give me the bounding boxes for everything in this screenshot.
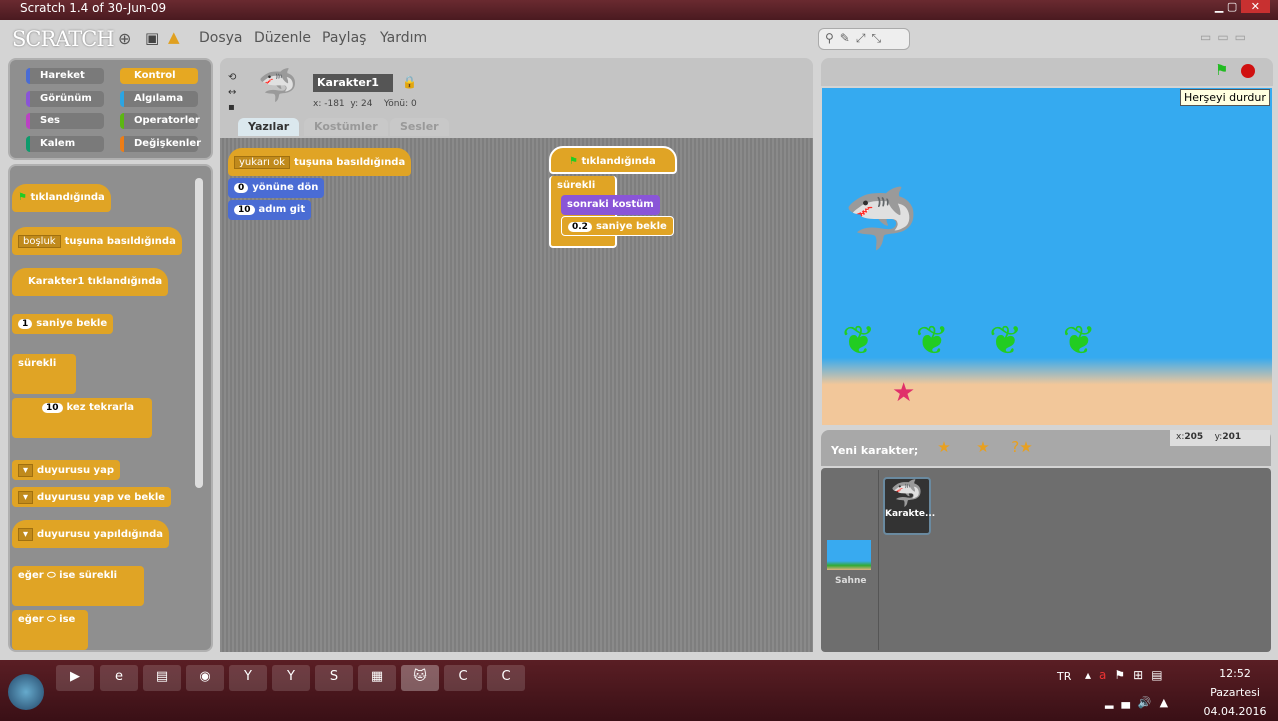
window-title: Scratch 1.4 of 30-Jun-09 bbox=[20, 1, 167, 15]
menu-paylas[interactable]: Paylaş bbox=[322, 30, 366, 46]
language-indicator[interactable]: TR bbox=[1057, 670, 1071, 683]
seaweed: ❦❦❦❦ bbox=[842, 318, 1137, 364]
block-broadcast[interactable]: ▾ duyurusu yap bbox=[12, 460, 120, 480]
tab-sesler[interactable]: Sesler bbox=[390, 118, 449, 136]
save-icon[interactable]: ▣ bbox=[145, 29, 159, 47]
new-sprite-label: Yeni karakter; bbox=[831, 444, 919, 457]
menu-yardim[interactable]: Yardım bbox=[380, 30, 427, 46]
stage-label: Sahne bbox=[835, 576, 867, 586]
green-flag-button[interactable]: ⚑ bbox=[1215, 61, 1228, 79]
sprite-position: x: -181 y: 24 Yönü: 0 bbox=[313, 99, 417, 109]
block-forever-if[interactable]: eğer ⬭ ise sürekli bbox=[12, 566, 144, 606]
starfish: ★ bbox=[892, 378, 916, 408]
paint-sprite-button[interactable]: ★ bbox=[928, 438, 960, 462]
taskbar-skype[interactable]: S bbox=[315, 665, 353, 691]
taskbar-chrome[interactable]: ◉ bbox=[186, 665, 224, 691]
title-bar: Scratch 1.4 of 30-Jun-09 bbox=[0, 0, 1278, 20]
block-if[interactable]: eğer ⬭ ise bbox=[12, 610, 88, 650]
taskbar-media[interactable]: ▶ bbox=[56, 665, 94, 691]
taskbar-yandex2[interactable]: Y bbox=[272, 665, 310, 691]
taskbar-app[interactable]: ▦ bbox=[358, 665, 396, 691]
taskbar-camtasia2[interactable]: C bbox=[487, 665, 525, 691]
window-controls[interactable]: ▁ ▢ ✕ bbox=[1215, 0, 1270, 13]
taskbar-camtasia[interactable]: C bbox=[444, 665, 482, 691]
category-operatorler[interactable]: Operatorler bbox=[120, 113, 200, 129]
script-key-pressed[interactable]: yukarı ok tuşuna basıldığında bbox=[228, 148, 412, 176]
stop-button[interactable] bbox=[1241, 64, 1255, 78]
block-wait[interactable]: 1 saniye bekle bbox=[12, 314, 114, 334]
script-green-flag[interactable]: ⚑ tıklandığında bbox=[549, 146, 677, 174]
block-broadcast-wait[interactable]: ▾ duyurusu yap ve bekle bbox=[12, 487, 172, 507]
tab-kostumler[interactable]: Kostümler bbox=[304, 118, 388, 136]
globe-icon[interactable]: ⊕ bbox=[118, 29, 131, 48]
category-görünüm[interactable]: Görünüm bbox=[26, 90, 104, 107]
green-flag-icon: ⚑ bbox=[18, 192, 27, 203]
divider bbox=[878, 470, 879, 650]
block-forever[interactable]: sürekli bbox=[12, 354, 76, 394]
tooltip: Herşeyi durdur bbox=[1180, 89, 1270, 106]
rotation-style-buttons[interactable]: ⟲ ↔ ▪ bbox=[228, 70, 236, 115]
script-wait[interactable]: 0.2 saniye bekle bbox=[561, 216, 674, 236]
stage[interactable]: 🦈 ❦❦❦❦ ★ bbox=[822, 88, 1272, 425]
taskbar-scratch[interactable]: 🐱 bbox=[401, 665, 439, 691]
stage-size-buttons[interactable]: ▭▭▭ bbox=[1200, 30, 1252, 44]
category-kalem[interactable]: Kalem bbox=[26, 135, 104, 152]
start-button[interactable] bbox=[8, 674, 44, 710]
block-key-pressed[interactable]: boşluk tuşuna basıldığında bbox=[12, 227, 182, 255]
menu-dosya[interactable]: Dosya bbox=[199, 30, 243, 46]
open-sprite-button[interactable]: ★ bbox=[967, 438, 999, 462]
taskbar-yandex[interactable]: Y bbox=[229, 665, 267, 691]
mouse-coords: x:205 y:201 bbox=[1170, 430, 1270, 446]
stage-thumbnail[interactable] bbox=[827, 540, 871, 570]
tray-icons[interactable]: ▴a⚑⊞▤ bbox=[1085, 668, 1171, 682]
tray-icons-2[interactable]: ▂▄🔊▲ bbox=[1105, 696, 1176, 709]
clock[interactable]: 12:52 Pazartesi 04.04.2016 bbox=[1200, 664, 1270, 721]
scratch-logo: SCRATCH bbox=[12, 27, 115, 51]
lock-icon[interactable]: 🔒 bbox=[402, 75, 417, 89]
category-kontrol[interactable]: Kontrol bbox=[120, 68, 198, 84]
random-sprite-button[interactable]: ?★ bbox=[1006, 438, 1038, 462]
shark-sprite[interactable]: 🦈 bbox=[844, 183, 919, 254]
sprite-tile-karakter1[interactable]: 🦈 Karakte... bbox=[883, 477, 935, 535]
block-green-flag[interactable]: ⚑ tıklandığında bbox=[12, 184, 111, 212]
script-point-direction[interactable]: 0 yönüne dön bbox=[228, 178, 325, 198]
block-repeat[interactable]: 10 kez tekrarla bbox=[12, 398, 152, 438]
category-ses[interactable]: Ses bbox=[26, 113, 104, 129]
stage-toolbar bbox=[821, 58, 1273, 86]
block-sprite-clicked[interactable]: Karakter1 tıklandığında bbox=[12, 268, 169, 296]
category-değişkenler[interactable]: Değişkenler bbox=[120, 135, 201, 152]
tab-yazilar[interactable]: Yazılar bbox=[238, 118, 300, 136]
taskbar-explorer[interactable]: ▤ bbox=[143, 665, 181, 691]
sprite-thumbnail: 🦈 bbox=[258, 66, 298, 104]
menu-duzenle[interactable]: Düzenle bbox=[254, 30, 311, 46]
sprite-name-input[interactable]: Karakter1 bbox=[313, 74, 393, 92]
script-move-steps[interactable]: 10 adım git bbox=[228, 200, 312, 220]
share-icon[interactable]: ▲ bbox=[168, 28, 180, 46]
category-algılama[interactable]: Algılama bbox=[120, 90, 198, 107]
script-next-costume[interactable]: sonraki kostüm bbox=[561, 195, 660, 215]
palette-scrollbar[interactable] bbox=[195, 178, 203, 488]
category-hareket[interactable]: Hareket bbox=[26, 68, 104, 84]
taskbar-ie[interactable]: e bbox=[100, 665, 138, 691]
edit-tools[interactable]: ⚲✎⤢⤡ bbox=[818, 28, 910, 50]
block-when-receive[interactable]: ▾ duyurusu yapıldığında bbox=[12, 520, 170, 548]
